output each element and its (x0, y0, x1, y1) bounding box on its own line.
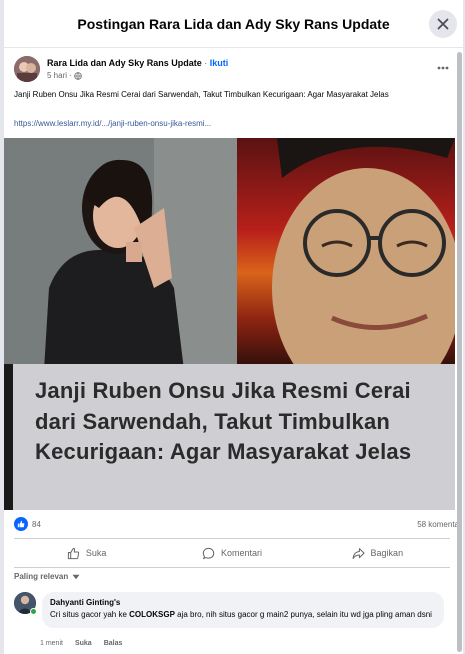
comment-count[interactable]: 58 komenta (417, 520, 459, 529)
post-link[interactable]: https://www.leslarr.my.id/.../janji-rube… (14, 119, 211, 128)
comment-like-button[interactable]: Suka (75, 640, 92, 647)
woman-photo (4, 138, 237, 370)
like-button[interactable]: Suka (14, 539, 159, 567)
preview-headline-text: Janji Ruben Onsu Jika Resmi Cerai dari S… (35, 378, 412, 464)
post-text: Janji Ruben Onsu Jika Resmi Cerai dari S… (14, 90, 389, 99)
commenter-name[interactable]: Dahyanti Ginting's (50, 598, 436, 607)
comment-bubble-icon (202, 547, 215, 559)
share-arrow-icon (352, 547, 365, 559)
comment-bubble: Dahyanti Ginting's Cri situs gacor yah k… (42, 592, 444, 628)
author-line: Rara Lida dan Ady Sky Rans Update · Ikut… (47, 58, 228, 68)
comment-meta: 1 menit Suka Balas (40, 640, 122, 647)
dialog-title: Postingan Rara Lida dan Ady Sky Rans Upd… (77, 16, 390, 32)
sort-label: Paling relevan (14, 572, 69, 581)
reaction-stats: 84 58 komenta (14, 516, 459, 534)
post-meta: 5 hari · (47, 71, 82, 80)
more-options-button[interactable] (433, 60, 453, 76)
thumbs-up-icon (67, 547, 80, 559)
link-preview-image[interactable]: Janji Ruben Onsu Jika Resmi Cerai dari S… (4, 138, 455, 510)
action-bar: Suka Komentari Bagikan (14, 538, 450, 568)
comment-label: Komentari (220, 548, 262, 558)
post-header: Rara Lida dan Ady Sky Rans Update · Ikut… (14, 56, 453, 84)
comment-text-end: aja bro, nih situs gacor g main2 punya, … (174, 610, 432, 619)
post-time[interactable]: 5 hari (47, 71, 67, 80)
share-button[interactable]: Bagikan (305, 539, 450, 567)
close-button[interactable] (429, 10, 457, 38)
like-count[interactable]: 84 (32, 520, 41, 529)
comment-text-bold: COLOKSGP (129, 610, 175, 619)
more-dots-icon (437, 66, 449, 70)
separator-dot: · (204, 58, 208, 68)
preview-headline: Janji Ruben Onsu Jika Resmi Cerai dari S… (4, 364, 455, 510)
page-avatar[interactable] (14, 56, 40, 82)
comment-text: Cri situs gacor yah ke COLOKSGP aja bro,… (50, 609, 436, 621)
scrollbar[interactable] (456, 52, 462, 652)
caret-down-icon (72, 574, 80, 579)
follow-link[interactable]: Ikuti (210, 58, 229, 68)
comment-text-start: Cri situs gacor yah ke (50, 610, 130, 619)
comment-time[interactable]: 1 menit (40, 640, 63, 647)
dialog-header: Postingan Rara Lida dan Ady Sky Rans Upd… (4, 0, 463, 48)
online-status-dot (30, 608, 37, 615)
comment-reply-button[interactable]: Balas (104, 640, 123, 647)
like-reaction-icon[interactable] (14, 517, 28, 531)
close-icon (437, 18, 449, 30)
share-label: Bagikan (370, 548, 404, 558)
post-dialog: Postingan Rara Lida dan Ady Sky Rans Upd… (4, 0, 463, 654)
comment-button[interactable]: Komentari (159, 539, 304, 567)
globe-icon (73, 71, 82, 80)
post-scroll-area[interactable]: Rara Lida dan Ady Sky Rans Update · Ikut… (4, 48, 463, 654)
like-label: Suka (85, 548, 107, 558)
meta-separator: · (69, 71, 72, 80)
man-photo (237, 138, 455, 370)
scrollbar-thumb[interactable] (457, 52, 462, 652)
author-name[interactable]: Rara Lida dan Ady Sky Rans Update (47, 58, 202, 68)
comment-sort-dropdown[interactable]: Paling relevan (14, 572, 80, 581)
